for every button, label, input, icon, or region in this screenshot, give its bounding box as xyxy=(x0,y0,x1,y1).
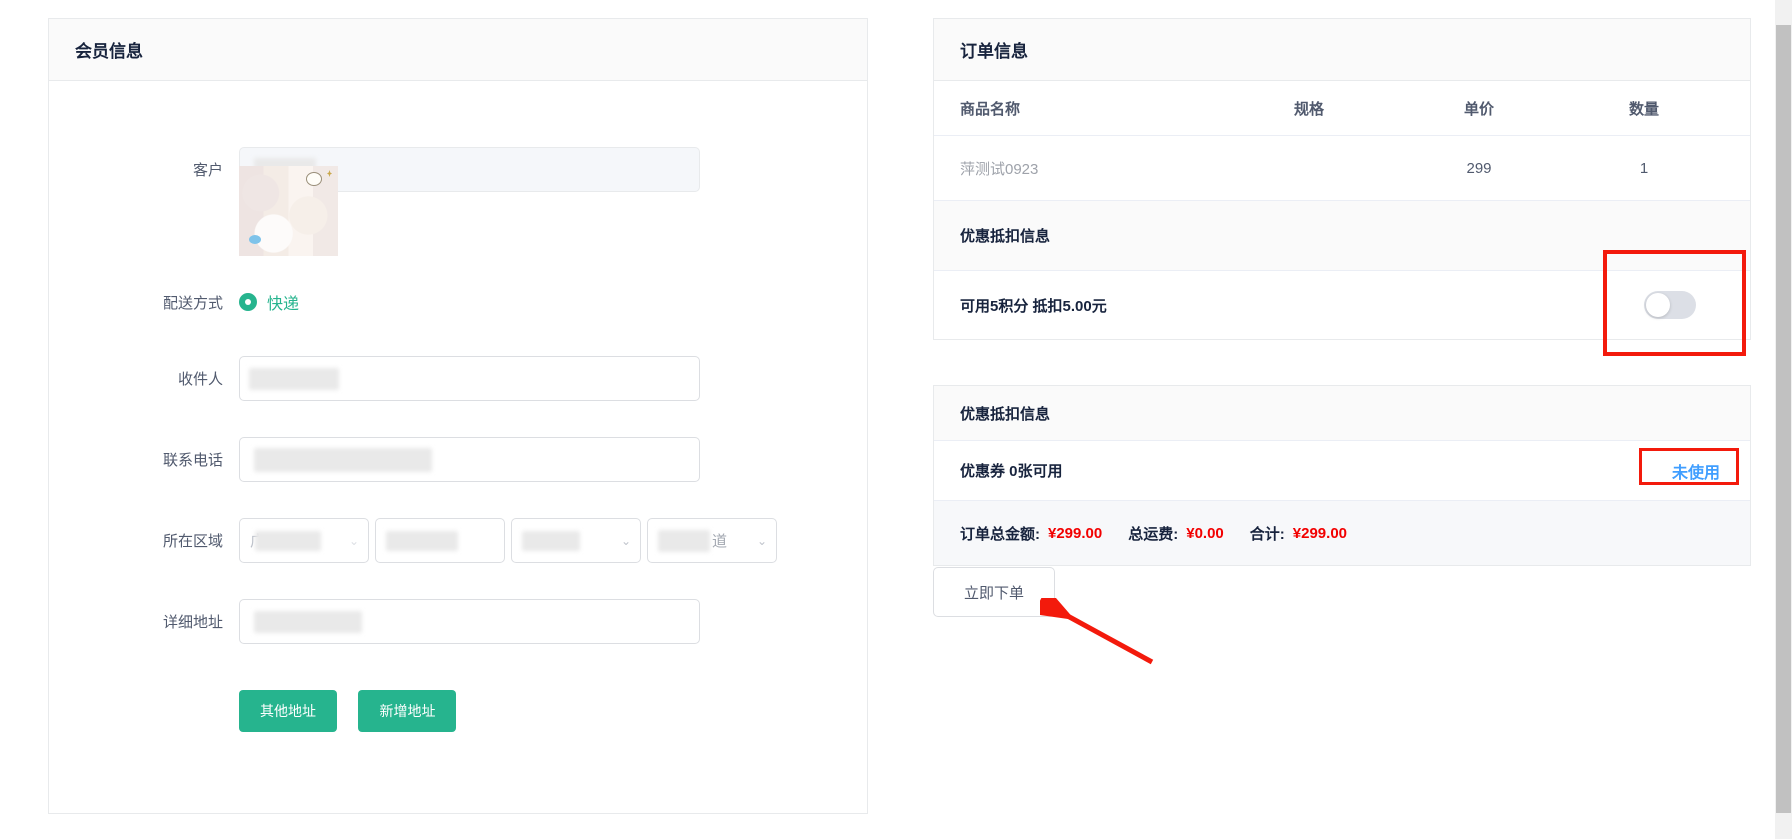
customer-avatar xyxy=(239,166,338,256)
vertical-scrollbar[interactable] xyxy=(1775,0,1792,839)
street-visible-char: 道 xyxy=(712,530,727,551)
coupon-status-link[interactable]: 未使用 xyxy=(1672,459,1720,483)
blue-mark xyxy=(249,235,261,244)
shipping-label: 总运费: xyxy=(1128,523,1178,544)
region-selects: 广 ⌄ ⌄ 道 ⌄ xyxy=(239,518,777,563)
table-row: 萍测试0923 299 1 xyxy=(934,136,1750,201)
col-quantity: 数量 xyxy=(1564,98,1724,119)
product-name: 萍测试0923 xyxy=(960,158,1224,179)
toggle-knob xyxy=(1646,293,1670,317)
redacted-address-value xyxy=(254,611,362,633)
delivery-option-express[interactable]: 快递 xyxy=(267,290,299,314)
add-address-button[interactable]: 新增地址 xyxy=(358,690,456,732)
order-total-value: ¥299.00 xyxy=(1048,525,1102,542)
shipping-value: ¥0.00 xyxy=(1186,525,1224,542)
product-qty: 1 xyxy=(1564,160,1724,177)
member-info-title: 会员信息 xyxy=(49,19,867,81)
delivery-radio-selected-icon[interactable] xyxy=(239,293,257,311)
points-row: 可用5积分 抵扣5.00元 xyxy=(934,271,1750,339)
address-row: 详细地址 xyxy=(113,599,867,644)
redacted-street xyxy=(658,530,710,552)
redacted-phone-value xyxy=(254,448,432,472)
recipient-label: 收件人 xyxy=(113,368,223,389)
coupon-row: 优惠券 0张可用 未使用 xyxy=(934,441,1750,501)
col-product-name: 商品名称 xyxy=(960,98,1224,119)
delivery-row: 配送方式 快递 xyxy=(113,290,867,314)
page: 会员信息 客户 配送方式 快递 xyxy=(0,0,1792,839)
street-select[interactable]: 道 ⌄ xyxy=(647,518,777,563)
redacted-city xyxy=(386,531,458,551)
city-select[interactable] xyxy=(375,518,505,563)
redacted-district xyxy=(522,531,580,551)
recipient-input[interactable]: 萍 xyxy=(239,356,700,401)
chevron-down-icon: ⌄ xyxy=(621,534,631,548)
address-input[interactable] xyxy=(239,599,700,644)
region-row: 所在区域 广 ⌄ ⌄ 道 xyxy=(113,518,867,563)
order-info-title: 订单信息 xyxy=(934,19,1750,81)
redacted-recipient-value xyxy=(249,368,339,390)
recipient-row: 收件人 萍 xyxy=(113,356,867,401)
district-select[interactable]: ⌄ xyxy=(511,518,641,563)
col-unit-price: 单价 xyxy=(1394,98,1564,119)
chevron-down-icon: ⌄ xyxy=(349,534,359,548)
coupon-section-title: 优惠抵扣信息 xyxy=(934,386,1750,441)
sum-value: ¥299.00 xyxy=(1293,525,1347,542)
address-label: 详细地址 xyxy=(113,611,223,632)
scrollbar-thumb[interactable] xyxy=(1776,25,1791,813)
address-buttons: 其他地址 新增地址 xyxy=(239,690,867,732)
points-toggle-off[interactable] xyxy=(1644,291,1696,319)
delivery-label: 配送方式 xyxy=(113,292,223,313)
col-spec: 规格 xyxy=(1224,98,1394,119)
province-select[interactable]: 广 ⌄ xyxy=(239,518,369,563)
redacted-province xyxy=(255,531,321,551)
place-order-button[interactable]: 立即下单 xyxy=(933,567,1055,617)
region-label: 所在区域 xyxy=(113,530,223,551)
coupon-card: 优惠抵扣信息 优惠券 0张可用 未使用 订单总金额: ¥299.00 总运费: … xyxy=(933,385,1751,566)
phone-label: 联系电话 xyxy=(113,449,223,470)
points-text: 可用5积分 抵扣5.00元 xyxy=(960,295,1107,316)
order-total-label: 订单总金额: xyxy=(960,523,1040,544)
order-info-card: 订单信息 商品名称 规格 单价 数量 萍测试0923 299 1 优惠抵扣信息 … xyxy=(933,18,1751,340)
spark-icon xyxy=(327,170,332,177)
sum-label: 合计: xyxy=(1250,523,1285,544)
product-price: 299 xyxy=(1394,160,1564,177)
order-table-header: 商品名称 规格 单价 数量 xyxy=(934,81,1750,136)
totals-row: 订单总金额: ¥299.00 总运费: ¥0.00 合计: ¥299.00 xyxy=(934,501,1750,565)
phone-input[interactable] xyxy=(239,437,700,482)
chevron-down-icon: ⌄ xyxy=(757,534,767,548)
annotation-arrow xyxy=(1040,598,1165,673)
member-form: 客户 配送方式 快递 收件人 xyxy=(49,81,867,732)
other-address-button[interactable]: 其他地址 xyxy=(239,690,337,732)
coupon-text: 优惠券 0张可用 xyxy=(960,460,1063,481)
phone-row: 联系电话 xyxy=(113,437,867,482)
smiley-face-icon xyxy=(306,172,322,186)
member-info-card: 会员信息 客户 配送方式 快递 xyxy=(48,18,868,814)
discount-section-title: 优惠抵扣信息 xyxy=(934,201,1750,271)
